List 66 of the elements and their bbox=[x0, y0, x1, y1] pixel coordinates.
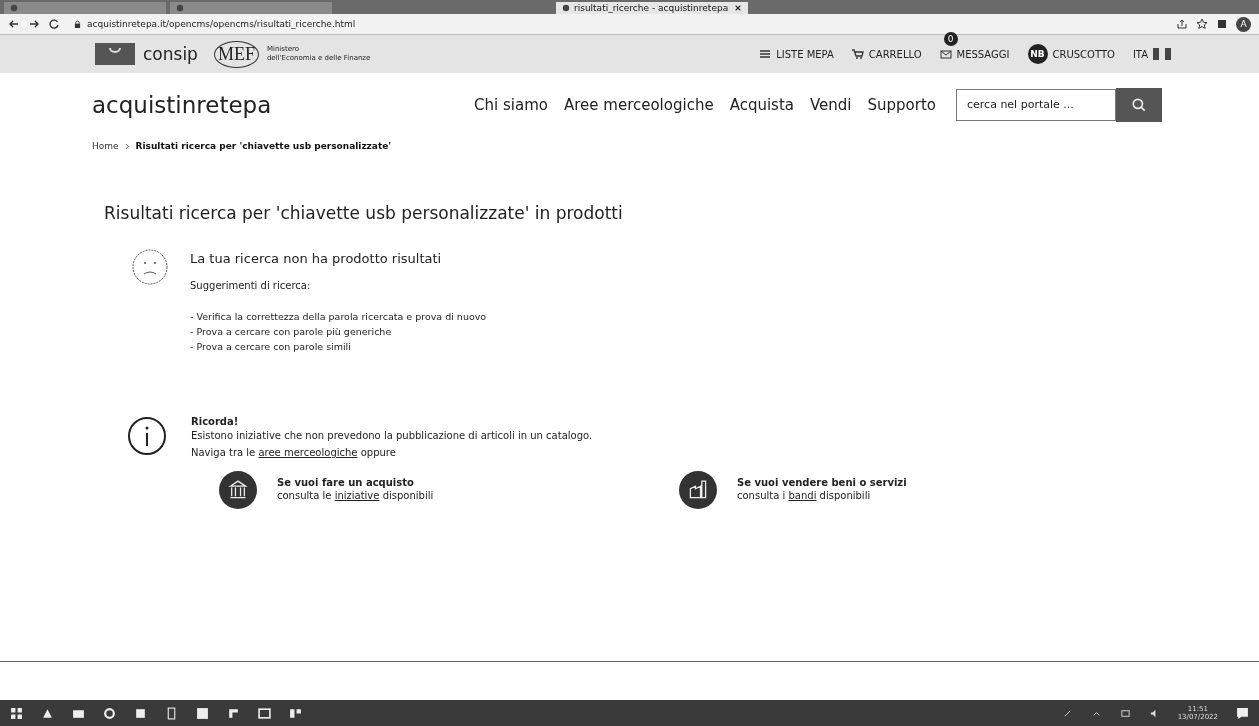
no-results-title: La tua ricerca non ha prodotto risultati bbox=[190, 251, 443, 266]
suggestion-text: - Prova a cercare con parole più generiche bbox=[190, 325, 393, 339]
header-link[interactable]: CARRELLO bbox=[851, 48, 922, 60]
message-count-badge: 0 bbox=[943, 32, 958, 46]
taskbar-app-icon[interactable] bbox=[289, 706, 302, 720]
taskbar-app-icon[interactable] bbox=[41, 706, 54, 720]
sad-face-icon bbox=[130, 247, 170, 287]
taskbar-app-icon[interactable] bbox=[103, 706, 116, 720]
search-field[interactable]: cerca nel portale ... bbox=[956, 88, 1116, 121]
action-title: Se vuoi vendere beni o servizi bbox=[737, 476, 907, 488]
notice-title: Ricorda! bbox=[191, 416, 240, 427]
taskbar-app-icon[interactable] bbox=[134, 706, 147, 720]
page-heading: Risultati ricerca per 'chiavette usb personalizzate' in prodotti bbox=[104, 203, 624, 223]
taskbar-app-icon[interactable] bbox=[258, 706, 271, 720]
taskbar-app-icon[interactable] bbox=[227, 706, 240, 720]
nav-link[interactable]: Vendi bbox=[810, 96, 852, 114]
windows-start-icon[interactable] bbox=[10, 706, 23, 720]
nav-link[interactable]: Chi siamo bbox=[474, 96, 548, 114]
share-icon[interactable] bbox=[1176, 18, 1188, 30]
forward-icon[interactable] bbox=[28, 18, 40, 30]
notice-text: Naviga tra le aree merceologiche oppure bbox=[191, 446, 397, 460]
star-icon[interactable] bbox=[1196, 18, 1208, 30]
network-icon[interactable] bbox=[1119, 707, 1131, 719]
browser-tab[interactable]: risultati_ricerche - acquistinretepa bbox=[556, 2, 748, 14]
action-text: consulta i bandi disponibili bbox=[737, 488, 872, 503]
notification-icon[interactable] bbox=[1236, 706, 1249, 720]
action-title: Se vuoi fare un acquisto bbox=[277, 476, 415, 488]
categories-link[interactable]: aree merceologiche bbox=[258, 447, 358, 458]
bank-building-icon bbox=[219, 471, 257, 509]
header-link[interactable]: NB CRUSCOTTO bbox=[1027, 44, 1115, 64]
logo-icon bbox=[95, 43, 135, 65]
header-link[interactable]: LISTE MEPA bbox=[759, 48, 834, 60]
site-brand[interactable]: acquistinretepa bbox=[92, 92, 272, 118]
header-link[interactable]: ITA bbox=[1132, 48, 1171, 60]
action-link[interactable]: iniziative bbox=[334, 489, 380, 501]
user-avatar: NB bbox=[1027, 44, 1048, 64]
notice-text: Esistono iniziative che non prevedono la pubblicazione di articoli in un catalogo. bbox=[191, 429, 594, 443]
profile-avatar[interactable]: A bbox=[1236, 16, 1251, 32]
search-icon bbox=[1131, 96, 1147, 113]
envelope-icon bbox=[939, 48, 952, 60]
flag-icon bbox=[1153, 48, 1171, 60]
cart-icon bbox=[851, 48, 864, 60]
taskbar-app-icon[interactable] bbox=[165, 706, 178, 720]
factory-icon bbox=[679, 471, 717, 509]
reload-icon[interactable] bbox=[48, 18, 60, 30]
nav-link[interactable]: Acquista bbox=[729, 96, 794, 114]
nav-link[interactable]: Supporto bbox=[867, 96, 936, 114]
taskbar-app-icon[interactable] bbox=[196, 706, 209, 720]
menu-icon bbox=[759, 48, 772, 60]
nav-link[interactable]: Aree merceologiche bbox=[563, 96, 714, 114]
action-text: consulta le iniziative disponibili bbox=[277, 488, 434, 503]
breadcrumb-link[interactable]: Risultati ricerca per 'chiavette usb personalizzate' bbox=[135, 141, 392, 151]
sidebar-icon[interactable] bbox=[1216, 18, 1228, 30]
search-button[interactable] bbox=[1116, 87, 1162, 122]
info-icon bbox=[127, 416, 167, 456]
breadcrumb-separator-icon bbox=[124, 142, 130, 150]
suggestion-text: - Verifica la correttezza della parola ricercata e prova di nuovo bbox=[190, 310, 487, 324]
close-icon[interactable] bbox=[734, 4, 742, 12]
suggestion-text: - Prova a cercare con parole simili bbox=[190, 340, 352, 354]
address-bar[interactable]: acquistinretepa.it/opencms/opencms/risultati_ricerche.html bbox=[68, 16, 1168, 32]
breadcrumb-link[interactable]: Home bbox=[92, 141, 119, 151]
suggestions-label: Suggerimenti di ricerca: bbox=[190, 280, 312, 291]
consip-logo-text: consip bbox=[143, 44, 198, 64]
lock-icon bbox=[74, 19, 81, 29]
action-link[interactable]: bandi bbox=[788, 489, 817, 501]
back-icon[interactable] bbox=[8, 18, 20, 30]
